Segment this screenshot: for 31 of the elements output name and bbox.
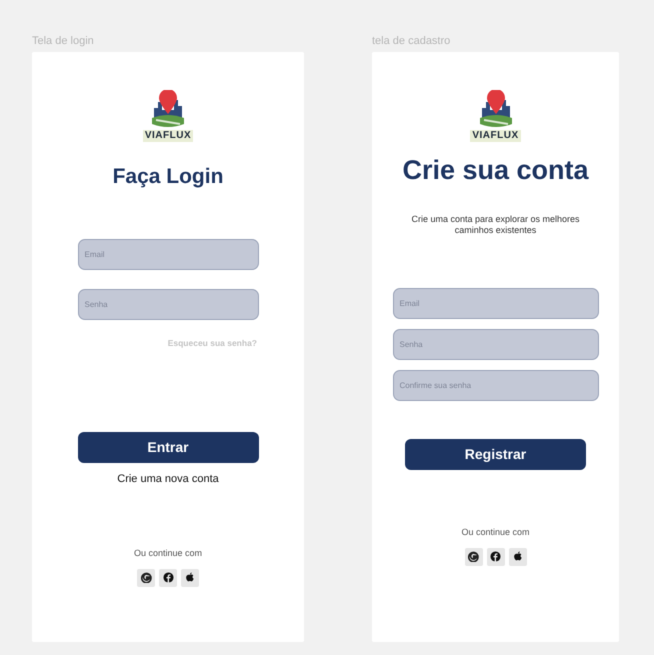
create-account-link[interactable]: Crie uma nova conta xyxy=(117,470,219,488)
apple-login-button[interactable] xyxy=(181,568,199,587)
frame-label: Tela de login xyxy=(32,35,94,47)
apple-icon xyxy=(512,551,522,562)
logo-text: VIAFLUX xyxy=(470,130,521,142)
logo-icon xyxy=(150,90,186,130)
google-icon xyxy=(140,572,152,584)
logo-text: VIAFLUX xyxy=(142,130,194,142)
submit-button[interactable]: Entrar xyxy=(78,432,258,463)
facebook-login-button[interactable] xyxy=(159,568,177,587)
subtitle: Crie uma conta para explorar os melhores caminhos existentes xyxy=(410,214,581,236)
page-title: Crie sua conta xyxy=(402,154,589,186)
frame-label: tela de cadastro xyxy=(372,35,450,47)
google-login-button[interactable] xyxy=(464,548,482,566)
logo-icon xyxy=(478,90,514,130)
apple-icon xyxy=(185,572,195,584)
input-field[interactable]: Confirme sua senha xyxy=(392,370,598,402)
input-field[interactable]: Email xyxy=(392,288,598,320)
facebook-icon xyxy=(490,551,501,562)
social-label: Ou continue com xyxy=(134,547,202,560)
apple-login-button[interactable] xyxy=(508,548,526,566)
facebook-login-button[interactable] xyxy=(486,548,504,566)
google-login-button[interactable] xyxy=(137,568,155,587)
facebook-icon xyxy=(162,572,174,584)
social-label: Ou continue com xyxy=(461,526,530,540)
input-field[interactable]: Senha xyxy=(392,329,598,360)
submit-button[interactable]: Registrar xyxy=(405,439,586,470)
input-field[interactable]: Email xyxy=(78,239,258,270)
input-field[interactable]: Senha xyxy=(78,289,258,320)
page-title: Faça Login xyxy=(112,164,224,190)
google-icon xyxy=(468,551,479,562)
